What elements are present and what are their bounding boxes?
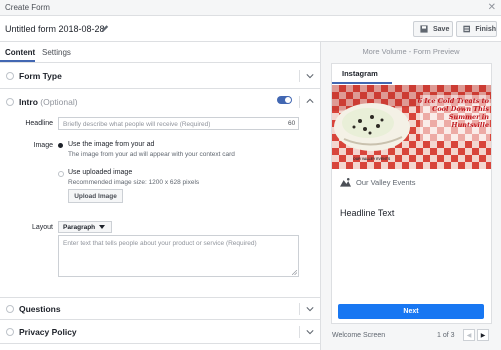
close-icon[interactable]: ✕ (488, 2, 496, 14)
finish-icon (463, 25, 471, 33)
chevron-down-icon[interactable] (306, 72, 314, 80)
instagram-tab-indicator (332, 82, 392, 84)
tab-settings[interactable]: Settings (42, 48, 71, 57)
layout-dropdown[interactable]: Paragraph (58, 221, 112, 233)
resize-handle-icon[interactable] (292, 270, 297, 275)
intro-status-icon (6, 98, 14, 106)
active-tab-indicator (0, 60, 35, 62)
headline-placeholder: Briefly describe what people will receiv… (63, 121, 211, 128)
previous-page-button[interactable]: ◀ (463, 329, 475, 341)
questions-status-icon (6, 305, 14, 313)
dropdown-arrow-icon (99, 225, 106, 229)
brand-logo-icon (340, 177, 351, 187)
save-icon (420, 25, 428, 33)
window-title: Create Form (5, 3, 50, 12)
section-title-intro: Intro (Optional) (19, 97, 78, 107)
brand-name: Our Valley Events (356, 178, 416, 187)
form-name[interactable]: Untitled form 2018-08-28 (5, 24, 105, 34)
privacy-status-icon (6, 328, 14, 336)
form-type-status-icon (6, 72, 14, 80)
use-uploaded-image-title: Use uploaded image (68, 169, 133, 176)
section-title-form-type: Form Type (19, 71, 62, 81)
hero-caption: OUR VALLEY EVENTS (353, 157, 391, 161)
headline-label: Headline (25, 120, 53, 127)
layout-label: Layout (31, 224, 53, 231)
preview-title: More Volume - Form Preview (362, 47, 460, 56)
page-indicator: 1 of 3 (437, 332, 455, 339)
section-privacy-policy[interactable]: Privacy Policy (0, 320, 320, 344)
use-ad-image-description: The image from your ad will appear with … (68, 151, 235, 158)
chevron-down-icon[interactable] (306, 305, 314, 313)
layout-text-placeholder: Enter text that tells people about your … (63, 240, 257, 247)
next-page-button[interactable]: ▶ (477, 329, 489, 341)
optional-tag: (Optional) (40, 97, 78, 107)
tab-instagram[interactable]: Instagram (342, 69, 378, 78)
next-button[interactable]: Next (338, 304, 484, 319)
preview-headline: Headline Text (340, 208, 395, 218)
intro-toggle[interactable] (277, 96, 292, 104)
image-label: Image (33, 142, 53, 149)
radio-use-ad-image[interactable] (58, 143, 63, 148)
separator (299, 326, 300, 338)
pencil-icon[interactable] (101, 24, 109, 33)
headline-char-count: 60 (288, 120, 296, 127)
radio-use-uploaded-image[interactable] (58, 171, 64, 177)
chevron-right-icon: ▶ (480, 332, 486, 339)
layout-text-input[interactable]: Enter text that tells people about your … (58, 235, 299, 277)
chevron-up-icon[interactable] (306, 97, 314, 105)
screen-label: Welcome Screen (332, 332, 386, 339)
headline-input[interactable]: Briefly describe what people will receiv… (58, 117, 299, 130)
section-questions[interactable]: Questions (0, 298, 320, 320)
section-form-type[interactable]: Form Type (0, 63, 320, 89)
separator (299, 70, 300, 82)
editor-tabs: Content Settings (0, 42, 320, 63)
upload-image-button[interactable]: Upload Image (68, 189, 123, 203)
section-title-privacy: Privacy Policy (19, 327, 77, 337)
save-button[interactable]: Save (413, 21, 453, 37)
separator (299, 303, 300, 315)
section-title-questions: Questions (19, 304, 61, 314)
use-uploaded-image-description: Recommended image size: 1200 x 628 pixel… (68, 179, 200, 186)
tab-content[interactable]: Content (5, 48, 35, 57)
use-ad-image-title: Use the image from your ad (68, 141, 155, 148)
layout-dropdown-value: Paragraph (63, 223, 96, 231)
chevron-left-icon: ◀ (466, 332, 472, 339)
window-titlebar: Create Form ✕ (0, 0, 501, 16)
separator (299, 96, 300, 108)
finish-button[interactable]: Finish (456, 21, 497, 37)
chevron-down-icon[interactable] (306, 328, 314, 336)
finish-label: Finish (475, 25, 496, 33)
hero-headline: 6 Ice Cold Treats to Cool Down This Summ… (417, 97, 489, 129)
save-label: Save (433, 25, 450, 33)
